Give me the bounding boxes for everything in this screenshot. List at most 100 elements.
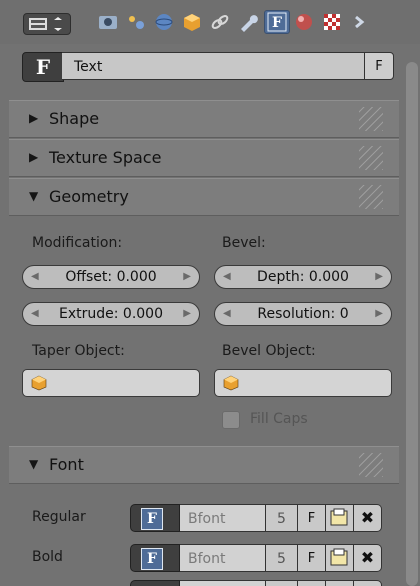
cube-icon [223,375,239,391]
scrollbar-thumb[interactable] [406,62,418,586]
datablock-name-field[interactable]: Text [62,52,384,80]
expanded-arrow-icon: ▼ [29,189,39,203]
font-name-field[interactable]: Bfont [180,504,266,532]
regular-font-label: Regular [32,509,86,525]
chain-link-icon [211,15,229,29]
cube-icon [31,375,47,391]
font-icon: F [141,508,163,530]
decrement-arrow-icon[interactable]: ◀ [31,266,39,288]
modification-label: Modification: [32,235,123,251]
unlink-font-button[interactable]: ✖ [354,544,382,572]
font-name-field[interactable]: Bfont [180,544,266,572]
fake-user-button[interactable]: F [298,544,326,572]
panel-header-texture-space[interactable]: ▶ Texture Space [9,139,399,177]
open-font-button[interactable] [326,580,354,586]
bold-font-selector: F Bfont 5 F ✖ [130,544,388,572]
collapsed-arrow-icon: ▶ [29,111,39,125]
camera-icon [99,16,117,29]
editor-type-menu-button[interactable] [23,13,71,35]
panel-title: Geometry [49,187,129,206]
panel-header-geometry[interactable]: ▼ Geometry [9,178,399,216]
extrude-field[interactable]: ◀ Extrude: 0.000 ▶ [22,302,200,326]
scene-tab[interactable] [124,11,148,33]
regular-font-selector: F Bfont 5 F ✖ [130,504,388,532]
close-icon: ✖ [360,508,375,527]
extrude-value: Extrude: 0.000 [59,306,163,322]
drag-grip-icon[interactable] [359,185,383,209]
wrench-icon [241,15,258,32]
scene-icon [129,16,144,29]
increment-arrow-icon[interactable]: ▶ [183,266,191,288]
folder-open-icon [330,508,348,526]
bevel-object-label: Bevel Object: [222,343,316,359]
drag-grip-icon[interactable] [359,146,383,170]
object-tab[interactable] [180,11,204,33]
increment-arrow-icon[interactable]: ▶ [375,266,383,288]
folder-open-icon [330,548,348,566]
panel-header-font[interactable]: ▼ Font [9,446,399,484]
material-tab[interactable] [292,11,316,33]
svg-text:F: F [272,15,282,31]
collapsed-arrow-icon: ▶ [29,150,39,164]
depth-value: Depth: 0.000 [257,269,349,285]
bold-font-label: Bold [32,549,63,565]
open-font-button[interactable] [326,504,354,532]
drag-grip-icon[interactable] [359,453,383,477]
material-sphere-icon [296,14,312,30]
unlink-font-button[interactable] [354,580,382,586]
text-datablock-browse-button[interactable]: F [22,52,64,82]
fill-caps-label: Fill Caps [250,411,308,427]
font-icon: F [141,548,163,570]
open-font-button[interactable] [326,544,354,572]
datablock-row: F Text F [22,52,394,82]
decrement-arrow-icon[interactable]: ◀ [223,303,231,325]
expanded-arrow-icon: ▼ [29,457,39,471]
font-users-count[interactable] [266,580,298,586]
render-tab[interactable] [96,11,120,33]
font-browse-button[interactable]: F [130,544,180,572]
offset-field[interactable]: ◀ Offset: 0.000 ▶ [22,265,200,289]
font-data-icon: F [267,12,287,32]
panel-title: Font [49,455,84,474]
texture-tab[interactable] [320,11,344,33]
bevel-resolution-field[interactable]: ◀ Resolution: 0 ▶ [214,302,392,326]
increment-arrow-icon[interactable]: ▶ [375,303,383,325]
modifiers-tab[interactable] [236,11,260,33]
fake-user-button[interactable] [298,580,326,586]
checker-texture-icon [324,14,340,30]
increment-arrow-icon[interactable]: ▶ [183,303,191,325]
italic-font-selector-partial [130,580,388,586]
bevel-label: Bevel: [222,235,266,251]
font-users-count[interactable]: 5 [266,504,298,532]
font-users-count[interactable]: 5 [266,544,298,572]
panel-title: Texture Space [49,148,162,167]
panel-header-shape[interactable]: ▶ Shape [9,100,399,138]
font-browse-button[interactable] [130,580,180,586]
constraints-tab[interactable] [208,11,232,33]
world-icon [155,14,173,30]
resolution-value: Resolution: 0 [257,306,349,322]
cube-icon [184,14,200,31]
bevel-depth-field[interactable]: ◀ Depth: 0.000 ▶ [214,265,392,289]
fill-caps-checkbox[interactable] [222,411,240,429]
bevel-object-field[interactable] [214,369,392,397]
world-tab[interactable] [152,11,176,33]
fake-user-button[interactable]: F [298,504,326,532]
data-tab[interactable]: F [264,10,290,34]
editor-type-icon [29,17,62,31]
properties-header: F [0,0,420,44]
taper-object-label: Taper Object: [32,343,125,359]
close-icon: ✖ [360,548,375,567]
taper-object-field[interactable] [22,369,200,397]
decrement-arrow-icon[interactable]: ◀ [223,266,231,288]
font-name-field[interactable] [180,580,266,586]
panel-title: Shape [49,109,100,128]
drag-grip-icon[interactable] [359,107,383,131]
overflow-tab[interactable] [350,11,374,33]
font-browse-button[interactable]: F [130,504,180,532]
unlink-font-button[interactable]: ✖ [354,504,382,532]
chevron-right-icon [355,15,365,29]
fake-user-button[interactable]: F [364,52,394,80]
offset-value: Offset: 0.000 [65,269,157,285]
decrement-arrow-icon[interactable]: ◀ [31,303,39,325]
